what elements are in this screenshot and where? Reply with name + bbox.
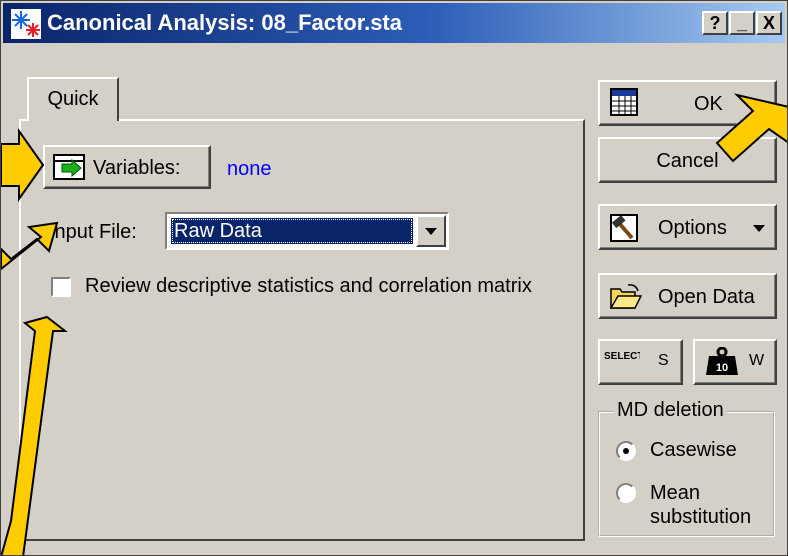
select-cases-key: S xyxy=(658,352,669,369)
hammer-icon xyxy=(610,214,638,242)
weight-button[interactable]: 10 W xyxy=(693,339,777,385)
window-title: Canonical Analysis: 08_Factor.sta xyxy=(47,10,402,35)
input-file-select[interactable]: Raw Data xyxy=(165,212,449,250)
weight-icon-text: 10 xyxy=(716,362,728,374)
cancel-button-label: Cancel xyxy=(656,150,719,172)
tab-quick[interactable]: Quick xyxy=(27,77,119,121)
md-deletion-title: MD deletion xyxy=(614,399,727,422)
casewise-radio[interactable] xyxy=(616,441,636,461)
dropdown-arrow-button[interactable] xyxy=(416,215,446,247)
radio-selected-dot xyxy=(623,448,629,454)
dropdown-triangle-icon xyxy=(753,225,765,232)
select-cases-button[interactable]: SELECT CASES S xyxy=(598,339,683,385)
ok-button[interactable]: OK xyxy=(598,80,777,126)
title-bar[interactable]: Canonical Analysis: 08_Factor.sta ? _ X xyxy=(3,3,785,43)
weight-key: W xyxy=(749,352,765,369)
open-data-button[interactable]: Open Data xyxy=(598,273,777,319)
close-button[interactable]: X xyxy=(756,11,782,35)
variables-button-label: Variables: xyxy=(93,157,181,179)
canonical-analysis-dialog: Canonical Analysis: 08_Factor.sta ? _ X … xyxy=(0,0,788,556)
review-statistics-label: Review descriptive statistics and correl… xyxy=(85,275,532,297)
open-data-button-label: Open Data xyxy=(658,286,755,308)
snowflake-app-icon xyxy=(11,9,41,39)
open-folder-icon xyxy=(610,284,642,309)
casewise-label: Casewise xyxy=(650,439,737,461)
md-deletion-group: MD deletion Casewise Mean substitution xyxy=(598,399,775,537)
input-file-label: Input File: xyxy=(49,221,137,243)
help-button[interactable]: ? xyxy=(702,11,728,35)
review-statistics-checkbox[interactable] xyxy=(51,277,71,297)
options-button-label: Options xyxy=(658,217,727,239)
variables-value: none xyxy=(227,158,272,180)
select-cases-icon-text: SELECT CASES xyxy=(604,351,640,362)
variables-button[interactable]: Variables: xyxy=(43,145,211,189)
spreadsheet-icon xyxy=(610,88,638,116)
variables-list-icon xyxy=(53,154,85,180)
minimize-button[interactable]: _ xyxy=(729,11,755,35)
mean-substitution-label: Mean substitution xyxy=(650,482,752,528)
options-button[interactable]: Options xyxy=(598,204,777,250)
select-cases-icon: SELECT CASES xyxy=(604,351,640,362)
input-file-selected-value: Raw Data xyxy=(171,218,413,244)
mean-substitution-radio[interactable] xyxy=(616,483,636,503)
ok-button-label: OK xyxy=(694,93,723,115)
cancel-button[interactable]: Cancel xyxy=(598,137,777,183)
weight-icon: 10 xyxy=(706,347,738,375)
chevron-down-icon xyxy=(425,228,437,235)
